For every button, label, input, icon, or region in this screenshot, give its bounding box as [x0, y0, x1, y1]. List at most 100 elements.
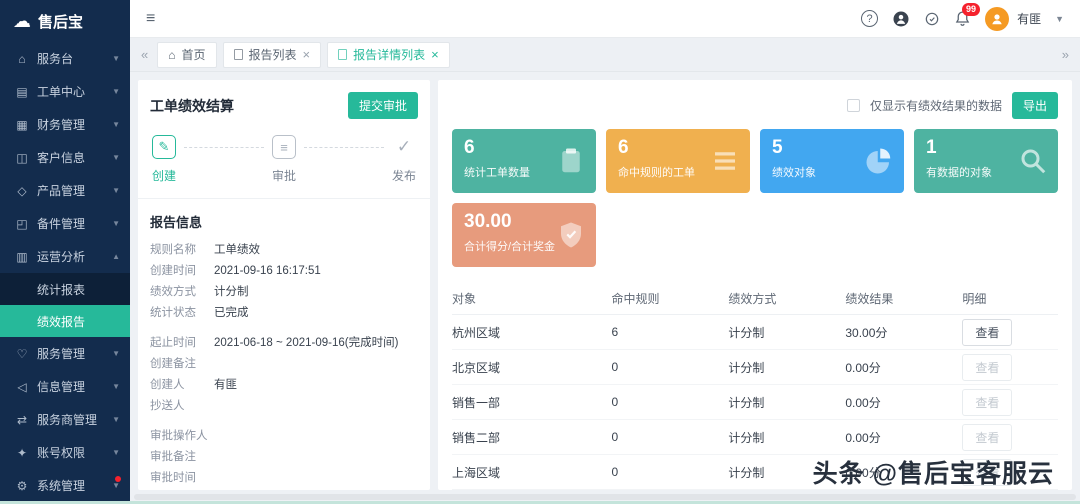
field-value: 计分制: [214, 282, 249, 303]
chevron-down-icon: ▼: [112, 153, 120, 162]
field-row: 审批操作人: [150, 426, 418, 447]
cell-name: 销售二部: [452, 429, 611, 446]
cell-rules: 0: [611, 395, 728, 409]
table-row: 北京区域0计分制0.00分查看: [452, 350, 1058, 385]
table-row: 杭州区域6计分制30.00分查看: [452, 315, 1058, 350]
sidebar-item-parts[interactable]: ◰备件管理▼: [0, 207, 130, 240]
total-score-card: 30.00合计得分/合计奖金: [452, 203, 596, 267]
field-value: 2021-09-16 16:17:51: [214, 261, 321, 282]
sidebar-item-home[interactable]: ⌂服务台▼: [0, 42, 130, 75]
analysis-icon: ▥: [14, 250, 30, 264]
field-value: 已完成: [214, 303, 249, 324]
help-icon[interactable]: ?: [861, 10, 878, 27]
chevron-down-icon: ▼: [112, 481, 120, 490]
sidebar-subitem-1[interactable]: 统计报表: [0, 273, 130, 305]
field-row: 创建备注: [150, 354, 418, 375]
view-detail-button: 查看: [962, 389, 1012, 416]
view-detail-button: 查看: [962, 354, 1012, 381]
close-icon[interactable]: ×: [431, 48, 439, 61]
cell-method: 计分制: [728, 394, 845, 411]
section-title: 报告信息: [150, 212, 418, 231]
field-label: 发布时间: [150, 489, 214, 490]
avatar[interactable]: [985, 7, 1009, 31]
sidebar-item-label: 客户信息: [37, 149, 112, 166]
submit-approval-button[interactable]: 提交审批: [348, 92, 418, 119]
notifications-bell[interactable]: 99: [954, 10, 971, 27]
sidebar-item-label: 服务台: [37, 50, 112, 67]
main-area: ≡ ? 99 有匪 ▼ «: [130, 0, 1080, 504]
sidebar-item-ticket[interactable]: ▤工单中心▼: [0, 75, 130, 108]
step-pencil-icon: ✎: [152, 135, 176, 159]
cell-name: 杭州区域: [452, 324, 611, 341]
refresh-icon[interactable]: [924, 11, 940, 27]
collapse-sidebar-icon[interactable]: ≡: [146, 10, 155, 28]
sidebar-item-analysis[interactable]: ▥运营分析▲: [0, 240, 130, 273]
step-label: 审批: [272, 167, 296, 184]
field-label: 绩效方式: [150, 282, 214, 303]
tab-3[interactable]: 报告详情列表×: [327, 42, 450, 68]
sidebar-item-service[interactable]: ♡服务管理▼: [0, 337, 130, 370]
username: 有匪: [1017, 10, 1041, 27]
tab-1[interactable]: ⌂ 首页: [157, 42, 216, 68]
step-label: 发布: [392, 167, 416, 184]
field-value: 2021-06-18 ~ 2021-09-16(完成时间): [214, 333, 398, 354]
stat-card-1: 6统计工单数量: [452, 129, 596, 193]
sidebar-subitem-2[interactable]: 绩效报告: [0, 305, 130, 337]
stat-card-2: 6命中规则的工单: [606, 129, 750, 193]
step-connector: [304, 147, 384, 148]
field-label: 创建备注: [150, 354, 214, 375]
sidebar-item-finance[interactable]: ▦财务管理▼: [0, 108, 130, 141]
cell-name: 销售一部: [452, 394, 611, 411]
sidebar-nav: ⌂服务台▼▤工单中心▼▦财务管理▼◫客户信息▼◇产品管理▼◰备件管理▼▥运营分析…: [0, 42, 130, 502]
column-header: 命中规则: [611, 290, 728, 307]
column-header: 绩效方式: [728, 290, 845, 307]
sidebar-item-vendor[interactable]: ⇄服务商管理▼: [0, 403, 130, 436]
sidebar-item-message[interactable]: ◁信息管理▼: [0, 370, 130, 403]
horizontal-scrollbar[interactable]: [134, 494, 1076, 500]
table-header: 对象命中规则绩效方式绩效结果明细: [452, 283, 1058, 315]
field-label: 抄送人: [150, 396, 214, 417]
sidebar-item-product[interactable]: ◇产品管理▼: [0, 174, 130, 207]
sidebar: ☁ 售后宝 ⌂服务台▼▤工单中心▼▦财务管理▼◫客户信息▼◇产品管理▼◰备件管理…: [0, 0, 130, 504]
sidebar-item-system[interactable]: ⚙系统管理▼: [0, 469, 130, 502]
sidebar-item-customer[interactable]: ◫客户信息▼: [0, 141, 130, 174]
content: 工单绩效结算 提交审批 ✎≡✓ 创建审批发布 报告信息 规则名称工单绩效创建时间…: [130, 72, 1080, 504]
sidebar-item-label: 信息管理: [37, 378, 112, 395]
tabs-scroll-right-icon[interactable]: »: [1059, 47, 1072, 62]
product-icon: ◇: [14, 184, 30, 198]
filter-checkbox[interactable]: [847, 99, 860, 112]
export-button[interactable]: 导出: [1012, 92, 1058, 119]
score-card-row: 30.00合计得分/合计奖金: [452, 203, 1058, 267]
chevron-down-icon: ▼: [112, 382, 120, 391]
tab-2[interactable]: 报告列表×: [223, 42, 322, 68]
tabs-scroll-left-icon[interactable]: «: [138, 47, 151, 62]
list-icon: [710, 146, 740, 176]
topbar-actions: ? 99 有匪 ▼: [861, 7, 1064, 31]
chevron-down-icon[interactable]: ▼: [1055, 14, 1064, 24]
cell-rules: 0: [611, 360, 728, 374]
stat-cards: 6统计工单数量6命中规则的工单5绩效对象1有数据的对象: [452, 129, 1058, 193]
close-icon[interactable]: ×: [303, 48, 311, 61]
support-icon[interactable]: [892, 10, 910, 28]
stat-card-4: 1有数据的对象: [914, 129, 1058, 193]
chevron-down-icon: ▼: [112, 448, 120, 457]
cell-result: 0.00分: [845, 429, 962, 446]
table-row: 销售二部0计分制0.00分查看: [452, 420, 1058, 455]
field-label: 起止时间: [150, 333, 214, 354]
document-icon: [338, 49, 347, 60]
field-row: 规则名称工单绩效: [150, 240, 418, 261]
cell-rules: 0: [611, 465, 728, 479]
home-icon: ⌂: [168, 48, 175, 62]
report-detail-panel: 仅显示有绩效结果的数据 导出 6统计工单数量6命中规则的工单5绩效对象1有数据的…: [438, 80, 1072, 490]
sidebar-item-account[interactable]: ✦账号权限▼: [0, 436, 130, 469]
column-header: 绩效结果: [845, 290, 962, 307]
stat-card-3: 5绩效对象: [760, 129, 904, 193]
sidebar-item-label: 账号权限: [37, 444, 112, 461]
field-label: 审批备注: [150, 447, 214, 468]
workflow-steps: ✎≡✓ 创建审批发布: [152, 135, 416, 184]
tab-label: 首页: [181, 46, 205, 63]
logo: ☁ 售后宝: [0, 0, 130, 42]
cell-result: 0.00分: [845, 394, 962, 411]
notification-badge: 99: [962, 3, 980, 16]
view-detail-button[interactable]: 查看: [962, 319, 1012, 346]
